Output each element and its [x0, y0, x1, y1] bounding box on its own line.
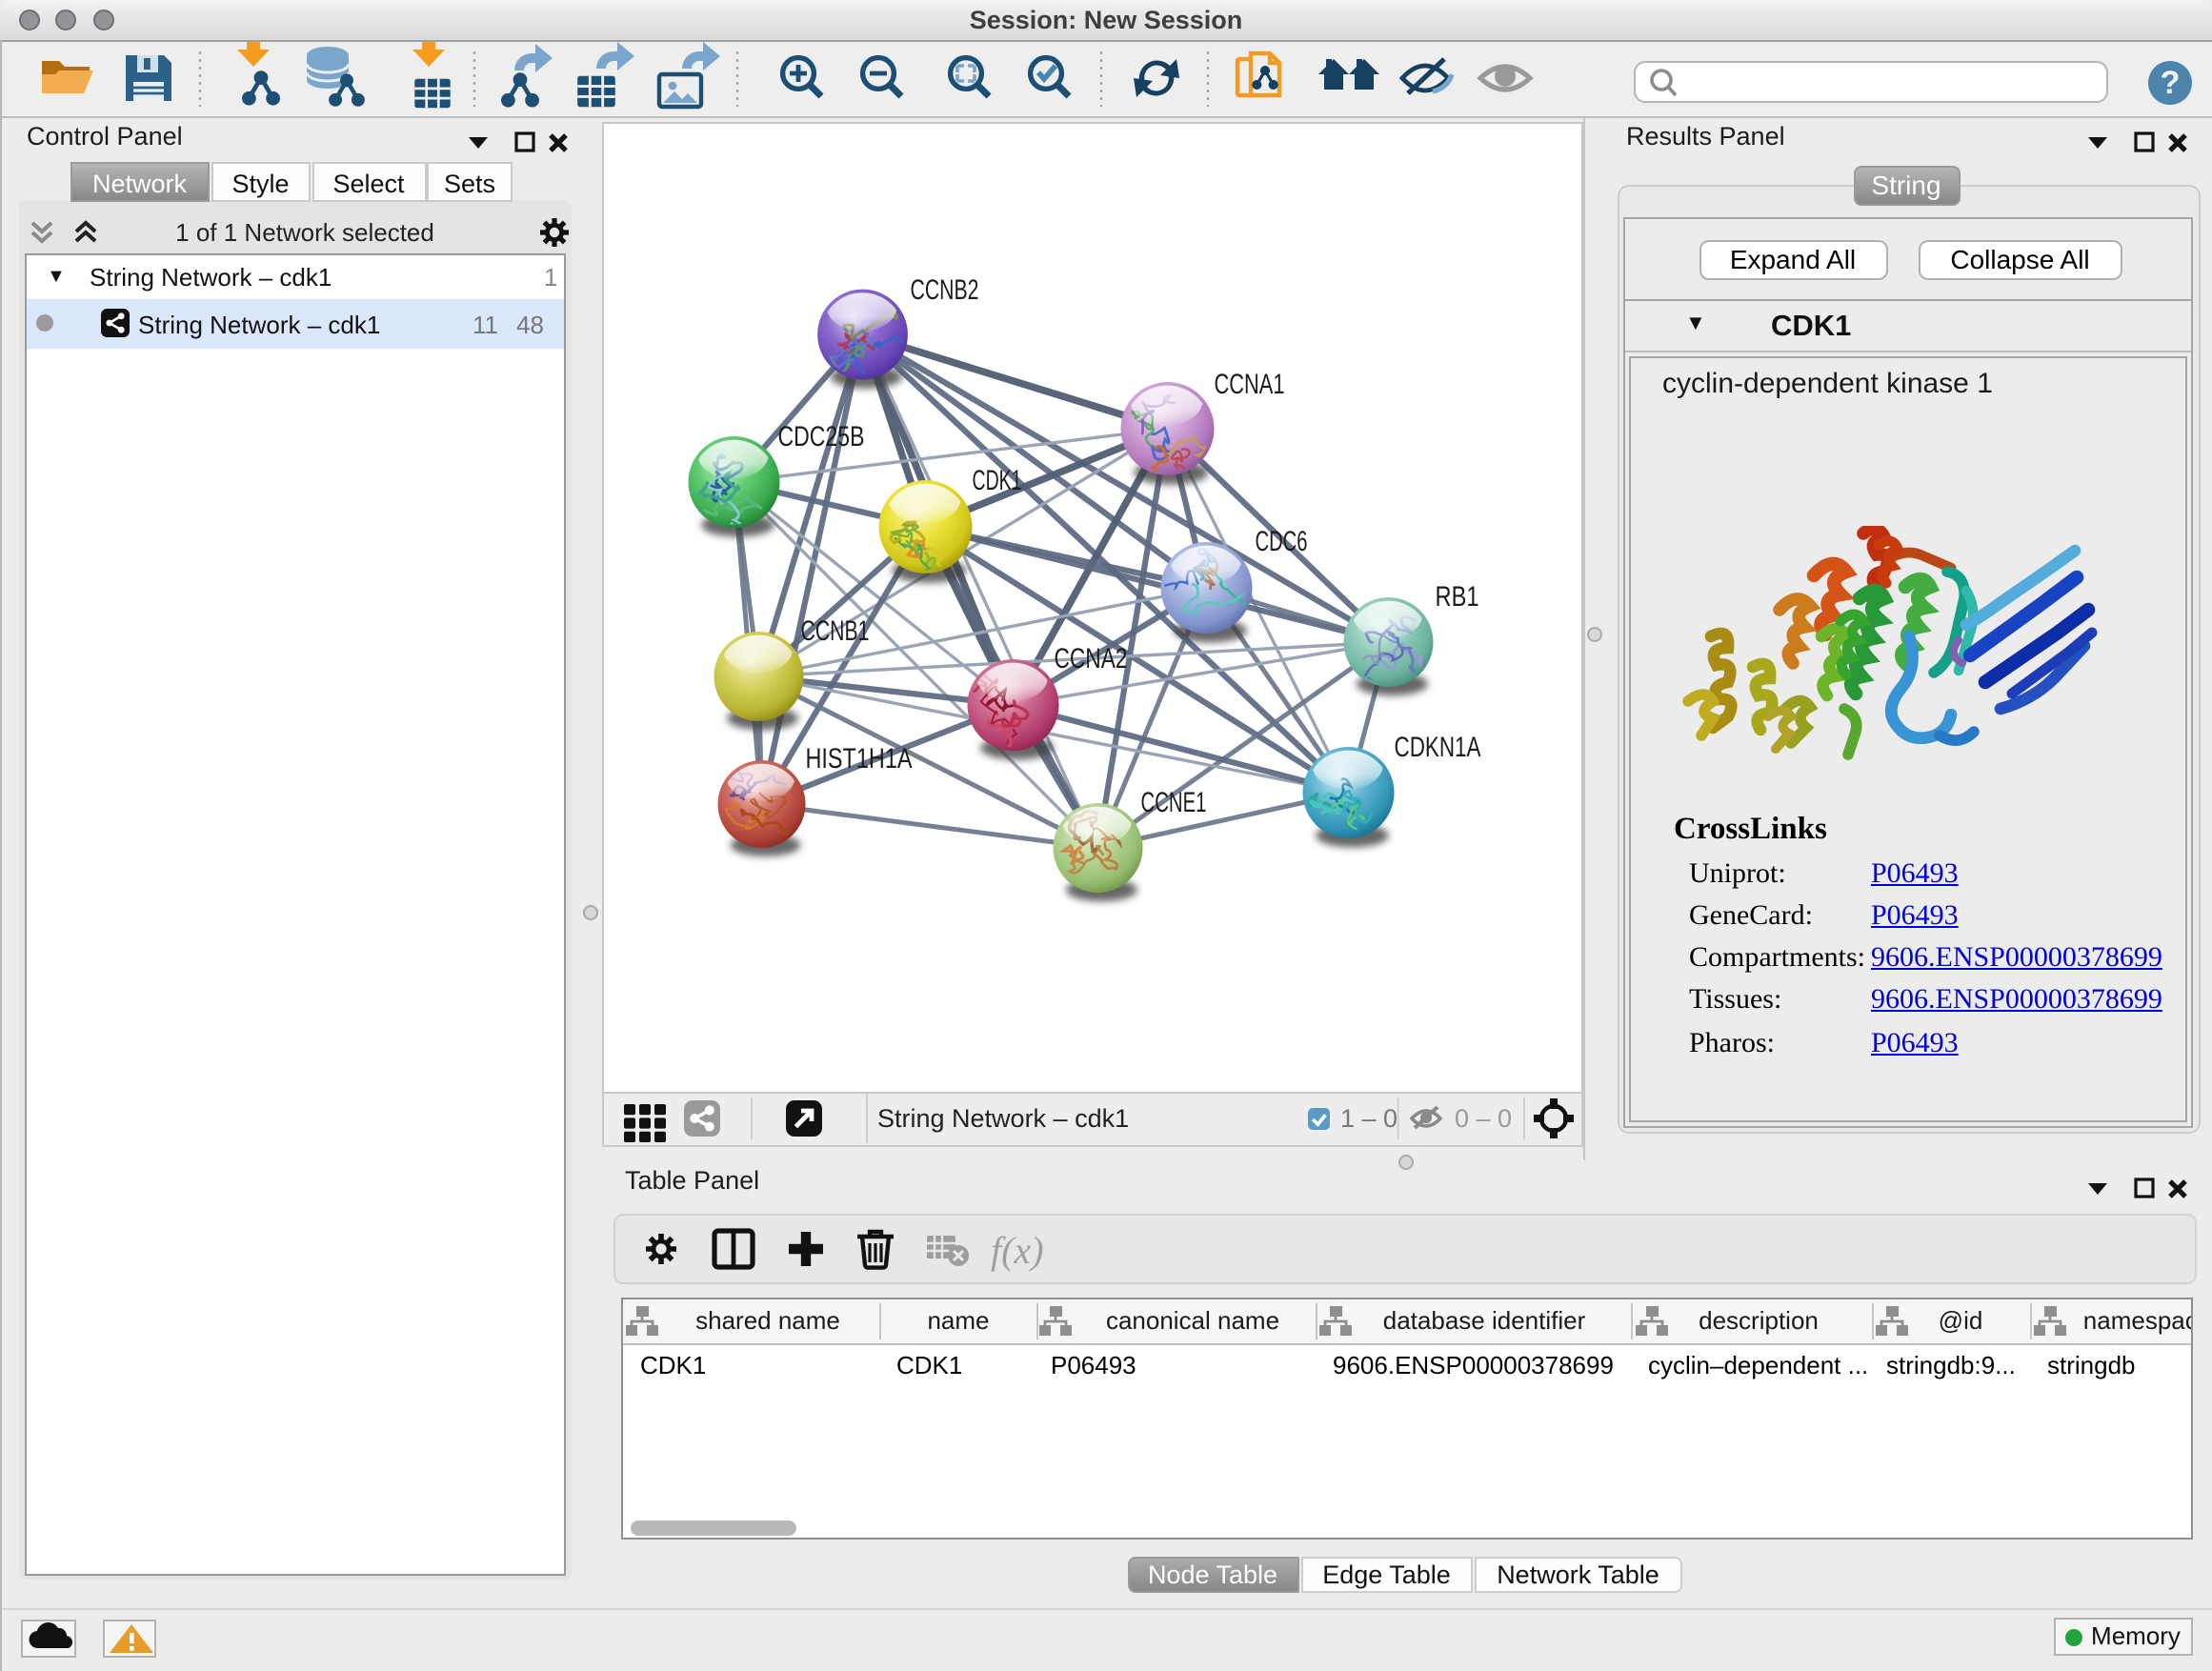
svg-text:f(x): f(x) — [990, 1229, 1043, 1272]
svg-text:CCNA1: CCNA1 — [1214, 368, 1284, 399]
svg-text:CDK1: CDK1 — [972, 464, 1021, 495]
svg-text:@id: @id — [1938, 1305, 1982, 1334]
svg-text:?: ? — [2161, 65, 2181, 101]
svg-text:description: description — [1698, 1305, 1818, 1334]
svg-text:CCNE1: CCNE1 — [1140, 786, 1206, 817]
svg-text:name: name — [926, 1305, 988, 1334]
svg-text:canonical name: canonical name — [1105, 1305, 1278, 1334]
svg-text:CCNB1: CCNB1 — [800, 614, 869, 646]
svg-text:CDC25B: CDC25B — [777, 420, 864, 452]
svg-text:RB1: RB1 — [1435, 580, 1478, 612]
svg-text:1 of 1 Network selected: 1 of 1 Network selected — [175, 218, 434, 247]
svg-text:CDKN1A: CDKN1A — [1394, 731, 1480, 762]
svg-text:CCNB2: CCNB2 — [910, 273, 978, 305]
svg-text:0 – 0: 0 – 0 — [1454, 1104, 1511, 1133]
svg-text:String Network – cdk1: String Network – cdk1 — [876, 1104, 1128, 1133]
svg-text:CCNA2: CCNA2 — [1054, 642, 1127, 674]
svg-text:namespace: namespace — [2082, 1305, 2190, 1334]
svg-text:database identifier: database identifier — [1382, 1305, 1585, 1334]
svg-text:shared name: shared name — [694, 1305, 839, 1334]
svg-text:1 – 0: 1 – 0 — [1339, 1104, 1397, 1133]
svg-text:CDC6: CDC6 — [1255, 525, 1307, 556]
svg-text:HIST1H1A: HIST1H1A — [805, 742, 912, 774]
